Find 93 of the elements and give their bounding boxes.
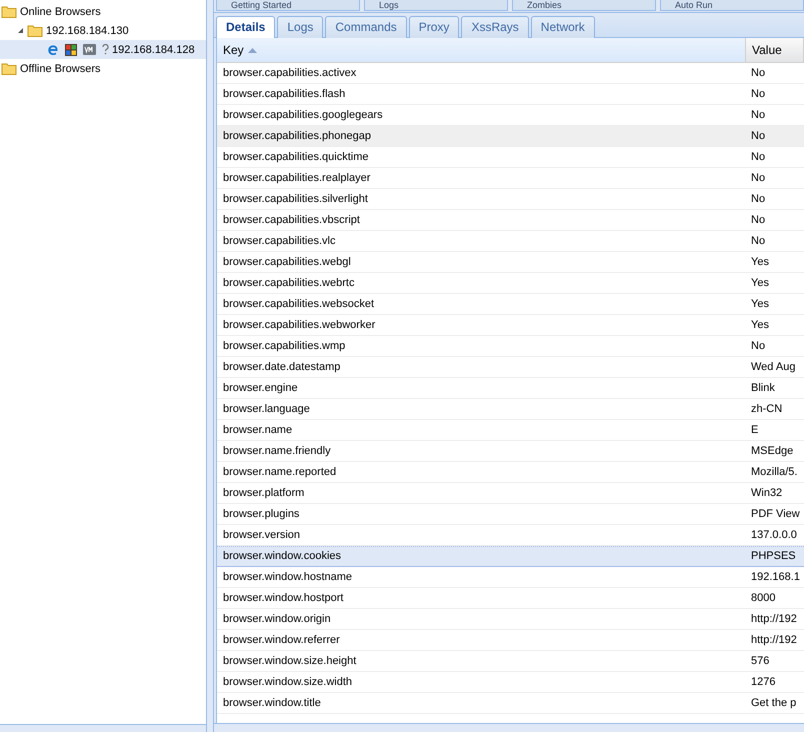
unknown-icon: [102, 44, 109, 55]
key-cell-text: browser.capabilities.realplayer: [222, 171, 372, 186]
tab[interactable]: Commands: [325, 16, 407, 39]
key-cell-text: browser.language: [222, 402, 311, 417]
value-cell-text: Wed Aug: [750, 360, 796, 375]
key-cell-text: browser.window.size.height: [222, 654, 358, 669]
tree-item[interactable]: 192.168.184.128: [0, 40, 206, 59]
tree-item[interactable]: Offline Browsers: [0, 59, 206, 78]
value-cell-text: 192.168.1: [750, 570, 801, 585]
value-cell-text: 576: [750, 654, 770, 669]
value-cell-text: No: [750, 108, 766, 123]
value-cell-text: No: [750, 234, 766, 249]
key-cell-text: browser.capabilities.vbscript: [222, 213, 361, 228]
value-cell-text: 8000: [750, 591, 776, 606]
key-cell-text: browser.platform: [222, 486, 306, 501]
value-cell-text: zh-CN: [750, 402, 784, 417]
top-tab[interactable]: Getting Started: [216, 0, 360, 11]
top-tab[interactable]: Zombies: [512, 0, 656, 11]
value-cell-text: Mozilla/5.: [750, 465, 798, 480]
value-cell-text: No: [750, 213, 766, 228]
value-cell-text: No: [750, 192, 766, 207]
tree-item-label[interactable]: Online Browsers: [20, 6, 101, 18]
tree-item-label[interactable]: 192.168.184.130: [46, 24, 129, 36]
value-cell-text: PHPSES: [750, 549, 797, 564]
value-cell-text: Yes: [750, 276, 770, 291]
key-cell-text: browser.window.referrer: [222, 633, 341, 648]
tree-item-label[interactable]: 192.168.184.128: [112, 44, 195, 56]
key-cell-text: browser.capabilities.websocket: [222, 297, 376, 312]
key-cell-text: browser.window.title: [222, 696, 322, 711]
key-cell-text: browser.name.friendly: [222, 444, 332, 459]
value-cell-text: No: [750, 339, 766, 354]
column-header[interactable]: Key: [217, 38, 746, 62]
windows-flag-icon: [65, 44, 77, 56]
value-cell-text: No: [750, 66, 766, 81]
top-tab[interactable]: Logs: [364, 0, 508, 11]
value-cell-text: http://192: [750, 612, 798, 627]
value-cell-text: No: [750, 129, 766, 144]
tab[interactable]: Network: [530, 16, 595, 39]
expand-arrow-icon[interactable]: [17, 27, 24, 34]
column-header[interactable]: Value: [746, 38, 804, 62]
value-cell-text: Yes: [750, 255, 770, 270]
value-cell-text: No: [750, 87, 766, 102]
key-cell-text: browser.capabilities.silverlight: [222, 192, 369, 207]
folder-icon: [1, 62, 17, 75]
tab[interactable]: Logs: [277, 16, 324, 39]
value-cell-text: No: [750, 150, 766, 165]
tab[interactable]: Proxy: [408, 16, 460, 39]
key-cell-text: browser.engine: [222, 381, 299, 396]
table-row[interactable]: browser.capabilities.phonegap No: [217, 126, 804, 147]
sort-ascending-icon: [248, 48, 257, 52]
top-tab[interactable]: Auto Run: [660, 0, 804, 11]
key-cell-text: browser.name: [222, 423, 294, 438]
key-cell-text: browser.version: [222, 528, 302, 543]
value-cell-text: PDF View: [750, 507, 801, 522]
tab[interactable]: XssRays: [461, 16, 529, 39]
tree-item[interactable]: Online Browsers: [0, 2, 206, 21]
value-cell-text: Yes: [750, 318, 770, 333]
key-cell-text: browser.capabilities.flash: [222, 87, 346, 102]
key-cell-text: browser.window.hostport: [222, 591, 344, 606]
value-cell-text: 137.0.0.0: [750, 528, 798, 543]
key-cell-text: browser.capabilities.webworker: [222, 318, 376, 333]
table-row[interactable]: browser.window.cookies PHPSES: [217, 546, 804, 567]
key-cell-text: browser.name.reported: [222, 465, 338, 480]
tree-item-label[interactable]: Offline Browsers: [20, 62, 100, 74]
key-cell-text: browser.capabilities.phonegap: [222, 129, 372, 144]
value-cell-text: Win32: [750, 486, 784, 501]
key-cell-text: browser.date.datestamp: [222, 360, 342, 375]
key-cell-text: browser.capabilities.quicktime: [222, 150, 370, 165]
value-cell-text: No: [750, 171, 766, 186]
key-cell-text: browser.capabilities.wmp: [222, 339, 346, 354]
key-cell-text: browser.window.cookies: [222, 549, 342, 564]
value-cell-text: MSEdge: [750, 444, 794, 459]
browser-logo-icon: [47, 44, 59, 56]
value-cell-text: E: [750, 423, 760, 438]
key-cell-text: browser.capabilities.activex: [222, 66, 358, 81]
tree-item[interactable]: 192.168.184.130: [0, 21, 206, 40]
key-cell-text: browser.window.hostname: [222, 570, 354, 585]
key-cell-text: browser.capabilities.webgl: [222, 255, 352, 270]
value-cell-text: Get the p: [750, 696, 798, 711]
virtual-machine-icon: [83, 44, 96, 55]
value-cell-text: 1276: [750, 675, 776, 690]
key-cell-text: browser.capabilities.vlc: [222, 234, 336, 249]
key-cell-text: browser.plugins: [222, 507, 300, 522]
folder-icon: [27, 24, 43, 37]
key-cell-text: browser.capabilities.webrtc: [222, 276, 356, 291]
value-cell-text: http://192: [750, 633, 798, 648]
value-cell-text: Blink: [750, 381, 776, 396]
key-cell-text: browser.window.origin: [222, 612, 332, 627]
value-cell-text: Yes: [750, 297, 770, 312]
tab[interactable]: Details: [216, 16, 276, 39]
key-cell-text: browser.capabilities.googlegears: [222, 108, 384, 123]
key-cell-text: browser.window.size.width: [222, 675, 354, 690]
folder-icon: [1, 5, 17, 18]
